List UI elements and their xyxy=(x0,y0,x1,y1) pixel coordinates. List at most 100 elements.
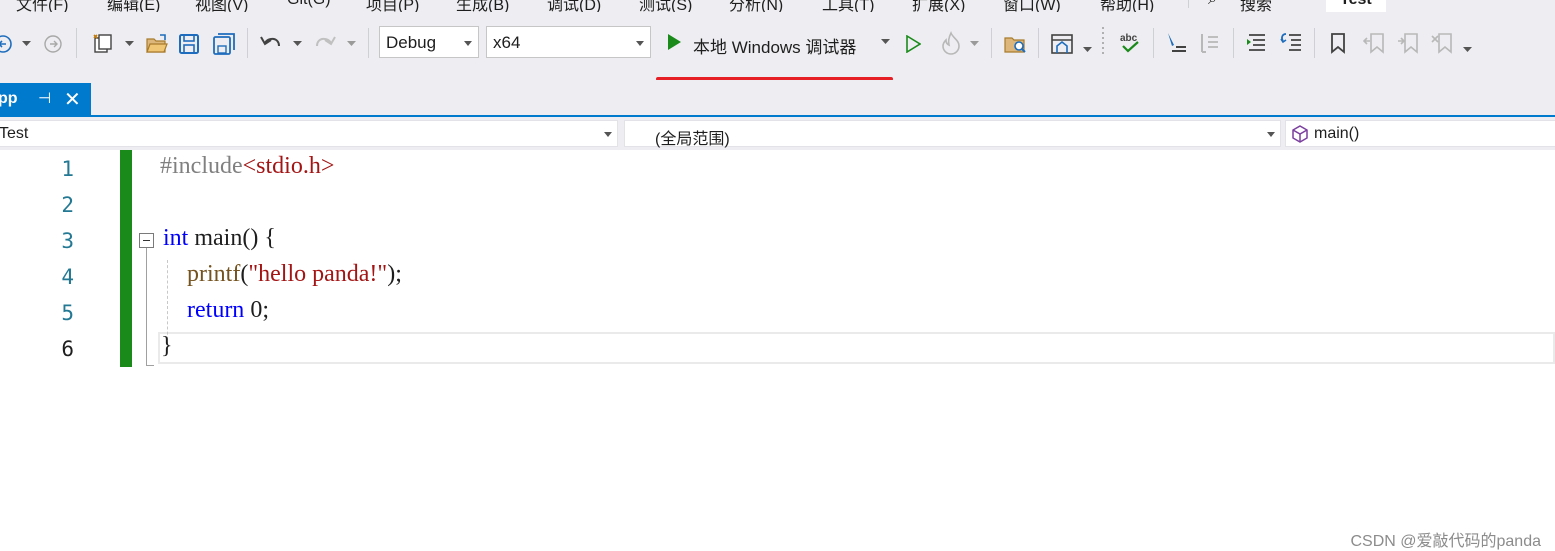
menu-build[interactable]: 生成(B) xyxy=(456,0,509,12)
debugger-dropdown-icon[interactable] xyxy=(880,38,890,46)
spell-check-icon[interactable]: abc xyxy=(1117,30,1143,56)
code-token: return xyxy=(187,297,245,323)
debugger-label: 本地 Windows 调试器 xyxy=(693,38,857,57)
forward-icon[interactable] xyxy=(42,34,64,54)
chevron-down-icon xyxy=(464,41,472,46)
menu-debug[interactable]: 调试(D) xyxy=(547,0,601,12)
menu-git[interactable]: Git(G) xyxy=(287,0,331,9)
home-icon[interactable] xyxy=(1049,32,1075,56)
code-editor[interactable]: 1 2 3 4 5 6 #include<stdio.h> int main()… xyxy=(0,150,1555,550)
scope-select[interactable]: (全局范围) xyxy=(624,120,1281,148)
platform-select[interactable]: x64 xyxy=(486,26,651,58)
code-token: <stdio.h> xyxy=(242,153,335,179)
code-line[interactable]: printf("hello panda!"); xyxy=(163,261,402,288)
menu-file[interactable]: 文件(F) xyxy=(16,0,68,12)
toolbar-overflow-icon[interactable] xyxy=(1462,46,1472,54)
line-number: 6 xyxy=(61,337,74,361)
menu-help[interactable]: 帮助(H) xyxy=(1100,0,1154,12)
member-select[interactable]: main() xyxy=(1285,120,1555,147)
menu-analyze[interactable]: 分析(N) xyxy=(729,0,783,12)
document-tab-strip: pp ⊣ ✕ xyxy=(0,80,1555,115)
code-line[interactable]: int main() { xyxy=(163,225,276,252)
code-line[interactable]: return 0; xyxy=(163,297,269,324)
toolbar-separator xyxy=(991,28,992,58)
line-number: 4 xyxy=(61,265,74,289)
layout-dropdown-icon[interactable] xyxy=(1082,46,1092,54)
toolbar-separator xyxy=(247,28,248,58)
undo-dropdown-icon[interactable] xyxy=(291,40,303,48)
member-value: main() xyxy=(1314,125,1360,142)
search-icon[interactable]: ⌕ xyxy=(1208,0,1217,9)
hot-reload-dropdown-icon[interactable] xyxy=(968,40,980,48)
new-dropdown-icon[interactable] xyxy=(123,40,135,48)
menu-test[interactable]: 测试(S) xyxy=(639,0,692,12)
toolbar-separator xyxy=(1153,28,1154,58)
menu-project[interactable]: 项目(P) xyxy=(366,0,419,12)
collapse-icon[interactable] xyxy=(139,233,154,248)
hot-reload-icon[interactable] xyxy=(938,30,964,56)
watermark: CSDN @爱敲代码的panda xyxy=(1350,533,1541,550)
back-dropdown-icon[interactable] xyxy=(20,40,32,48)
code-token: ); xyxy=(387,261,402,287)
solution-explorer-icon[interactable] xyxy=(1002,32,1028,56)
scope-value: (全局范围) xyxy=(655,131,730,148)
undo-icon[interactable] xyxy=(258,32,284,56)
standard-toolbar: Debug x64 本地 Windows 调试器 abc xyxy=(0,12,1555,80)
toolbar-separator xyxy=(76,28,77,58)
code-line[interactable]: } xyxy=(161,333,173,360)
redo-dropdown-icon[interactable] xyxy=(345,40,357,48)
method-cube-icon xyxy=(1291,125,1309,148)
start-debugging-button[interactable]: 本地 Windows 调试器 xyxy=(660,26,896,58)
menu-edit[interactable]: 编辑(E) xyxy=(107,0,160,12)
save-all-icon[interactable] xyxy=(211,32,237,56)
code-token: #include xyxy=(160,153,243,179)
back-icon[interactable] xyxy=(0,34,14,54)
project-value: Test xyxy=(0,125,29,142)
next-bookmark-icon[interactable] xyxy=(1395,30,1421,56)
search-label[interactable]: 搜索 xyxy=(1240,0,1272,12)
redo-icon[interactable] xyxy=(312,32,338,56)
uncomment-icon[interactable] xyxy=(1197,30,1223,56)
chevron-down-icon xyxy=(636,41,644,46)
clear-bookmarks-icon[interactable] xyxy=(1429,30,1455,56)
menu-separator xyxy=(1188,0,1189,8)
previous-bookmark-icon[interactable] xyxy=(1361,30,1387,56)
start-without-debugging-icon[interactable] xyxy=(902,32,924,56)
start-debugging-icon xyxy=(664,32,684,52)
close-icon[interactable]: ✕ xyxy=(64,87,81,112)
line-number: 5 xyxy=(61,301,74,325)
current-line-highlight xyxy=(158,332,1555,364)
menu-tools[interactable]: 工具(T) xyxy=(822,0,874,12)
menu-view[interactable]: 视图(V) xyxy=(195,0,248,12)
solution-name: Test xyxy=(1340,0,1372,9)
code-token: int xyxy=(163,225,189,251)
outdent-icon[interactable] xyxy=(1278,30,1304,56)
line-number: 3 xyxy=(61,229,74,253)
menu-bar: 文件(F) 编辑(E) 视图(V) Git(G) 项目(P) 生成(B) 调试(… xyxy=(0,0,1555,12)
toolbar-separator xyxy=(1038,28,1039,58)
menu-window[interactable]: 窗口(W) xyxy=(1003,0,1061,12)
code-token: } xyxy=(161,333,173,359)
platform-value: x64 xyxy=(493,33,521,52)
project-select[interactable]: Test xyxy=(0,120,618,147)
code-token: main() { xyxy=(188,225,276,251)
toolbar-separator xyxy=(368,28,369,58)
document-tab[interactable]: pp ⊣ ✕ xyxy=(0,83,91,115)
open-folder-icon[interactable] xyxy=(144,32,170,56)
toolbar-separator xyxy=(1314,28,1315,58)
toolbar-separator xyxy=(1233,28,1234,58)
toolbar-grip[interactable] xyxy=(1098,26,1110,58)
code-token: printf xyxy=(187,261,241,287)
pin-icon[interactable]: ⊣ xyxy=(38,89,51,107)
indent-icon[interactable] xyxy=(1244,30,1270,56)
comment-icon[interactable] xyxy=(1163,30,1189,56)
menu-extensions[interactable]: 扩展(X) xyxy=(912,0,965,12)
change-tracking-bar xyxy=(120,150,132,367)
new-project-icon[interactable] xyxy=(90,32,116,56)
save-icon[interactable] xyxy=(177,32,201,56)
code-line[interactable]: #include<stdio.h> xyxy=(160,153,334,180)
solution-name-box: Test xyxy=(1326,0,1386,12)
configuration-select[interactable]: Debug xyxy=(379,26,479,58)
bookmark-icon[interactable] xyxy=(1326,30,1350,56)
